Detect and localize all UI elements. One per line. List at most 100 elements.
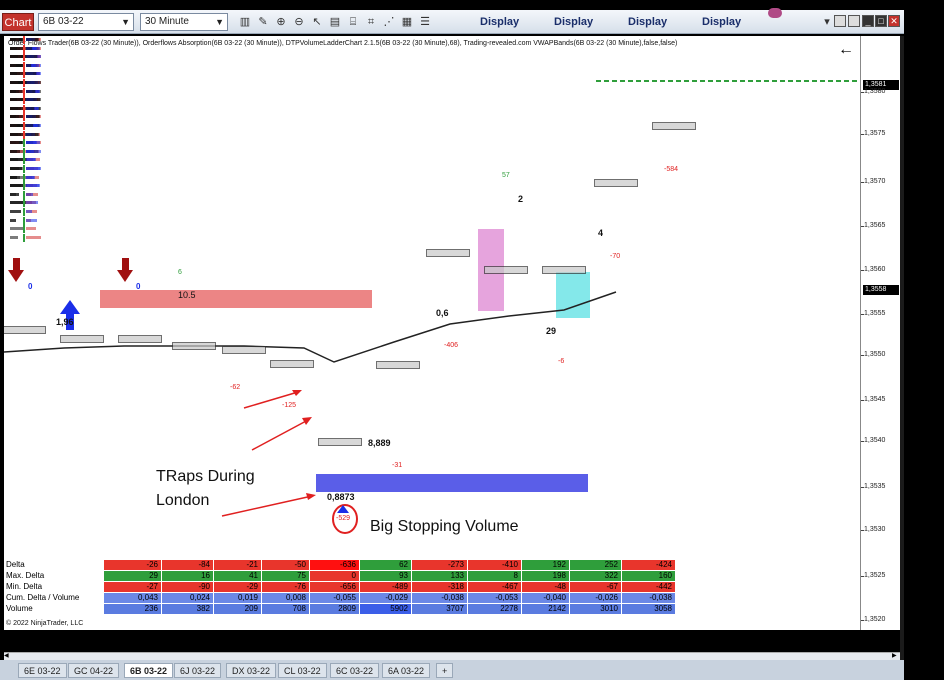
instrument-tabs: 6E 03-22 GC 04-22 6B 03-22 6J 03-22 DX 03-22…	[0, 660, 904, 680]
interval-selector[interactable]: 30 Minute ▼	[140, 13, 228, 31]
price-label: 1,3580	[864, 88, 886, 95]
candle-body	[23, 130, 25, 139]
footprint-level	[4, 53, 44, 62]
tab-instrument[interactable]: 6B 03-22	[124, 663, 174, 678]
stats-cell: -410	[468, 560, 522, 570]
tab-instrument[interactable]: CL 03-22	[278, 663, 327, 678]
price-tick	[861, 400, 864, 401]
stats-cell: -67	[570, 582, 622, 592]
tab-instrument[interactable]: 6J 03-22	[174, 663, 222, 678]
indicators-icon[interactable]: ⌸	[346, 14, 360, 30]
stats-cell: -424	[622, 560, 676, 570]
stats-row-label: Max. Delta	[4, 571, 104, 581]
ask-bar	[26, 149, 41, 153]
stats-cell: 133	[412, 571, 468, 581]
price-axis[interactable]: 1,3581 1,3558 1,3580 1,3575 1,3570 1,3565 1,…	[860, 36, 900, 630]
candle-body	[23, 165, 25, 173]
stats-cell: 236	[104, 604, 162, 614]
candle-body	[23, 122, 25, 130]
instrument-selector[interactable]: 6B 03-22 ▼	[38, 13, 134, 31]
stats-cell: 62	[360, 560, 412, 570]
draw-tool-icon[interactable]: ✎	[256, 14, 270, 30]
display-button-4[interactable]: Display	[702, 14, 741, 30]
poc-box	[484, 266, 528, 275]
bid-bar	[10, 218, 16, 222]
close-icon[interactable]: ✕	[888, 15, 900, 27]
add-tab-button[interactable]: +	[436, 663, 454, 678]
tab-instrument[interactable]: 6A 03-22	[382, 663, 431, 678]
ask-bar	[26, 218, 37, 222]
properties-icon[interactable]: ▦	[400, 14, 414, 30]
price-label: 1,3550	[864, 351, 886, 358]
poc-box	[594, 178, 638, 187]
templates-icon[interactable]: ⋰	[382, 14, 396, 30]
price-label: 1,3545	[864, 396, 886, 403]
price-label: 1,3565	[864, 222, 886, 229]
ninjatrader-window: Chart 6B 03-22 ▼ 30 Minute ▼ ▥ ✎ ⊕ ⊖ ↖ ▤…	[0, 0, 944, 680]
bar-type-icon[interactable]: ▥	[238, 14, 252, 30]
display-button-3[interactable]: Display	[628, 14, 667, 30]
display-button-2[interactable]: Display	[554, 14, 593, 30]
candle-body	[23, 61, 25, 70]
candle-body	[23, 96, 25, 105]
chart-panel[interactable]: Order Flows Trader(6B 03-22 (30 Minute))…	[4, 36, 900, 630]
instrument-value: 6B 03-22	[43, 16, 84, 27]
stats-row: Delta -26 -84 -21 -50 -636 62 -273 -410 192 252 -42…	[4, 560, 860, 570]
zoom-in-icon[interactable]: ⊕	[274, 14, 288, 30]
stats-cell: -0,055	[310, 593, 360, 603]
candle-body	[23, 199, 25, 208]
stats-row: Min. Delta -27 -90 -29 -76 -656 -489 -318 -467 -4…	[4, 582, 860, 592]
poc-box	[652, 121, 696, 130]
footprint-level	[4, 79, 44, 87]
stats-cell: 160	[622, 571, 676, 581]
stats-cell: -318	[412, 582, 468, 592]
ask-bar	[26, 132, 38, 136]
ask-bar	[26, 227, 36, 231]
horizontal-scrollbar[interactable]: ◀ ▶	[4, 652, 900, 660]
footprint-level	[4, 147, 44, 156]
maximize-icon[interactable]: □	[875, 15, 887, 27]
stats-cell: -76	[262, 582, 310, 592]
price-label: 1,3540	[864, 437, 886, 444]
stats-cell: 2142	[522, 604, 570, 614]
stats-row-label: Delta	[4, 560, 104, 570]
tab-instrument[interactable]: 6E 03-22	[18, 663, 67, 678]
scroll-right-icon[interactable]: ▶	[892, 653, 900, 660]
chart-menu-button[interactable]: Chart	[2, 13, 34, 31]
stats-cell: -0,038	[412, 593, 468, 603]
tab-instrument[interactable]: DX 03-22	[226, 663, 277, 678]
candle-body	[23, 156, 25, 165]
stats-cell: 0	[310, 571, 360, 581]
footprint-level	[4, 225, 44, 234]
chart-toolbar: Chart 6B 03-22 ▼ 30 Minute ▼ ▥ ✎ ⊕ ⊖ ↖ ▤…	[0, 8, 904, 34]
strategies-icon[interactable]: ⌗	[364, 14, 378, 30]
price-tick	[861, 226, 864, 227]
data-box-icon[interactable]: ▤	[328, 14, 342, 30]
price-label: 1,3520	[864, 616, 886, 623]
stats-cell: 3707	[412, 604, 468, 614]
stats-row: Cum. Delta / Volume 0,043 0,024 0,019 0,008-…	[4, 593, 860, 603]
pointer-icon[interactable]: ↖	[310, 14, 324, 30]
stats-cell: 252	[570, 560, 622, 570]
display-button-1[interactable]: Display	[480, 14, 519, 30]
poc-box	[222, 345, 266, 354]
footprint-level	[4, 113, 44, 122]
stats-cell: 41	[214, 571, 262, 581]
minimize-icon[interactable]: _	[862, 15, 874, 27]
tab-instrument[interactable]: GC 04-22	[68, 663, 120, 678]
tile-icon[interactable]	[834, 15, 846, 27]
stats-cell: 93	[360, 571, 412, 581]
poc-box	[376, 361, 420, 370]
price-tick	[861, 314, 864, 315]
stats-cell: 322	[570, 571, 622, 581]
bid-bar	[10, 98, 17, 102]
tab-instrument[interactable]: 6C 03-22	[330, 663, 380, 678]
price-label: 1,3575	[864, 130, 886, 137]
price-marker-flag: 1,3558	[863, 285, 899, 295]
restore-icon[interactable]	[848, 15, 860, 27]
chevron-down-icon[interactable]: ▾	[820, 14, 834, 30]
list-icon[interactable]: ☰	[418, 14, 432, 30]
zoom-out-icon[interactable]: ⊖	[292, 14, 306, 30]
stats-row-label: Min. Delta	[4, 582, 104, 592]
scroll-left-icon[interactable]: ◀	[4, 653, 12, 660]
